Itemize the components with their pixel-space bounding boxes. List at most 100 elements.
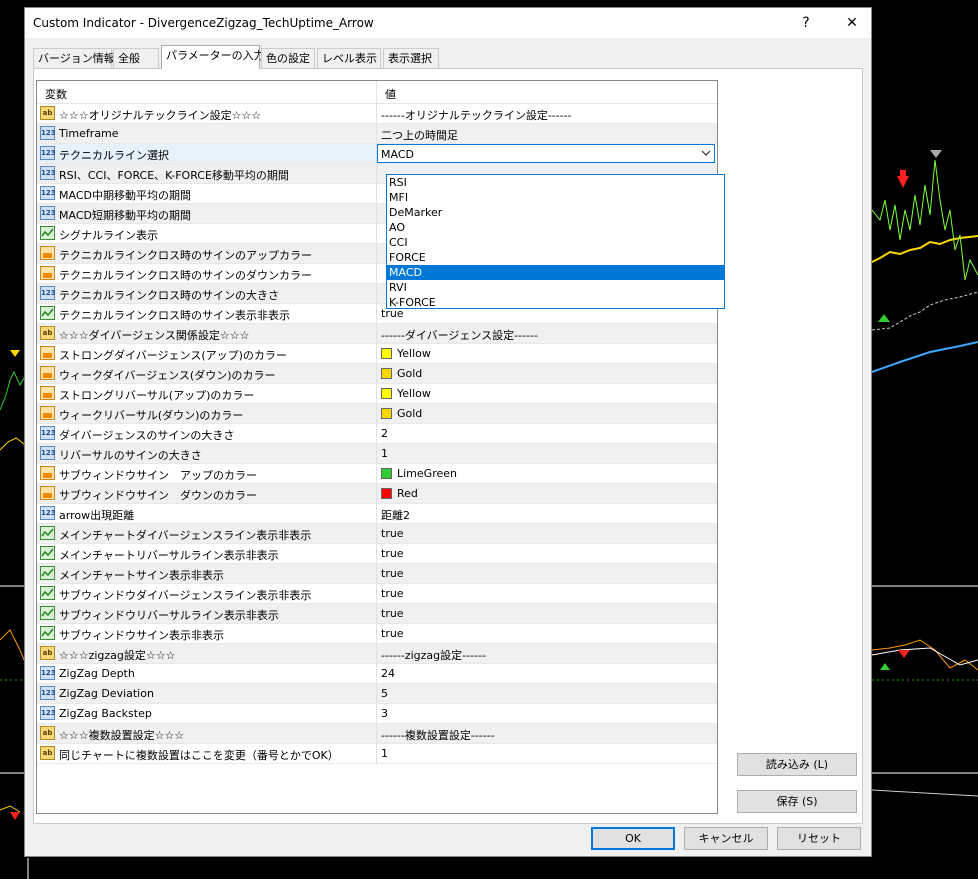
- parameter-name-cell[interactable]: サブウィンドウダイバージェンスライン表示非表示: [37, 584, 377, 603]
- column-header-value[interactable]: 値: [385, 86, 396, 102]
- parameter-row[interactable]: サブウィンドウサイン ダウンのカラー Red: [37, 484, 717, 504]
- dropdown-option[interactable]: MFI: [387, 190, 724, 205]
- dropdown-option[interactable]: RVI: [387, 280, 724, 295]
- parameter-name-cell[interactable]: ab ☆☆☆ダイバージェンス関係設定☆☆☆: [37, 324, 377, 343]
- parameter-value-cell[interactable]: true: [377, 524, 717, 543]
- tab-version-info[interactable]: バージョン情報: [33, 48, 115, 68]
- tab-colors[interactable]: 色の設定: [261, 48, 315, 68]
- parameter-name-cell[interactable]: ストロングリバーサル(アップ)のカラー: [37, 384, 377, 403]
- parameter-value-cell[interactable]: 1: [377, 744, 717, 763]
- parameter-row[interactable]: ab ☆☆☆ダイバージェンス関係設定☆☆☆ ------ダイバージェンス設定----…: [37, 324, 717, 344]
- parameter-name-cell[interactable]: テクニカルラインクロス時のサインのアップカラー: [37, 244, 377, 263]
- parameter-row[interactable]: サブウィンドウサイン表示非表示 true: [37, 624, 717, 644]
- parameter-name-cell[interactable]: ウィークリバーサル(ダウン)のカラー: [37, 404, 377, 423]
- parameter-value-cell[interactable]: 5: [377, 684, 717, 703]
- save-button[interactable]: 保存 (S): [737, 790, 857, 813]
- reset-button[interactable]: リセット: [777, 827, 861, 850]
- parameter-row[interactable]: 123 ZigZag Depth 24: [37, 664, 717, 684]
- parameter-name-cell[interactable]: ストロングダイバージェンス(アップ)のカラー: [37, 344, 377, 363]
- parameter-name-cell[interactable]: 123 ZigZag Deviation: [37, 684, 377, 703]
- tab-levels[interactable]: レベル表示: [317, 48, 381, 68]
- parameter-name-cell[interactable]: メインチャートリバーサルライン表示非表示: [37, 544, 377, 563]
- parameter-value-cell[interactable]: ------ダイバージェンス設定------: [377, 324, 717, 343]
- parameter-name-cell[interactable]: 123 テクニカルラインクロス時のサインの大きさ: [37, 284, 377, 303]
- parameter-value-cell[interactable]: Gold: [377, 364, 717, 383]
- parameter-row[interactable]: ストロングリバーサル(アップ)のカラー Yellow: [37, 384, 717, 404]
- technical-line-dropdown[interactable]: RSI MFI DeMarker AO CCI FORCE MACD RVI K-FORCE: [386, 174, 725, 309]
- column-header-variable[interactable]: 変数: [45, 86, 67, 102]
- parameter-row[interactable]: 123 arrow出現距離 距離2: [37, 504, 717, 524]
- parameter-name-cell[interactable]: メインチャートサイン表示非表示: [37, 564, 377, 583]
- parameter-row[interactable]: サブウィンドウリバーサルライン表示非表示 true: [37, 604, 717, 624]
- dropdown-option[interactable]: DeMarker: [387, 205, 724, 220]
- parameter-value-cell[interactable]: ------zigzag設定------: [377, 644, 717, 663]
- parameter-value-cell[interactable]: Red: [377, 484, 717, 503]
- parameter-name-cell[interactable]: 123 ZigZag Backstep: [37, 704, 377, 723]
- dropdown-option[interactable]: AO: [387, 220, 724, 235]
- parameter-row[interactable]: ab ☆☆☆複数設置設定☆☆☆ ------複数設置設定------: [37, 724, 717, 744]
- parameter-name-cell[interactable]: シグナルライン表示: [37, 224, 377, 243]
- parameter-value-cell[interactable]: Yellow: [377, 344, 717, 363]
- parameter-value-cell[interactable]: Yellow: [377, 384, 717, 403]
- tab-general[interactable]: 全般: [113, 48, 159, 68]
- parameter-name-cell[interactable]: ab ☆☆☆複数設置設定☆☆☆: [37, 724, 377, 743]
- load-button[interactable]: 読み込み (L): [737, 753, 857, 776]
- parameter-value-cell[interactable]: MACD: [377, 144, 717, 163]
- close-button[interactable]: ✕: [837, 12, 867, 34]
- parameter-row[interactable]: ウィークリバーサル(ダウン)のカラー Gold: [37, 404, 717, 424]
- parameter-value-cell[interactable]: 24: [377, 664, 717, 683]
- parameter-value-cell[interactable]: 二つ上の時間足: [377, 124, 717, 143]
- dropdown-option[interactable]: K-FORCE: [387, 295, 724, 310]
- parameter-row[interactable]: サブウィンドウダイバージェンスライン表示非表示 true: [37, 584, 717, 604]
- help-button[interactable]: ?: [791, 12, 821, 34]
- parameter-name-cell[interactable]: 123 MACD短期移動平均の期間: [37, 204, 377, 223]
- tab-visualization[interactable]: 表示選択: [383, 48, 439, 68]
- technical-line-combobox[interactable]: MACD: [377, 144, 715, 163]
- parameter-row[interactable]: メインチャートリバーサルライン表示非表示 true: [37, 544, 717, 564]
- parameter-value-cell[interactable]: true: [377, 584, 717, 603]
- parameter-name-cell[interactable]: 123 テクニカルライン選択: [37, 144, 377, 163]
- parameter-row[interactable]: メインチャートサイン表示非表示 true: [37, 564, 717, 584]
- parameter-name-cell[interactable]: テクニカルラインクロス時のサインのダウンカラー: [37, 264, 377, 283]
- parameter-name-cell[interactable]: サブウィンドウサイン アップのカラー: [37, 464, 377, 483]
- parameter-name-cell[interactable]: 123 ダイバージェンスのサインの大きさ: [37, 424, 377, 443]
- parameter-name-cell[interactable]: 123 ZigZag Depth: [37, 664, 377, 683]
- parameter-name-cell[interactable]: 123 Timeframe: [37, 124, 377, 143]
- parameter-name-cell[interactable]: 123 arrow出現距離: [37, 504, 377, 523]
- parameter-value-cell[interactable]: LimeGreen: [377, 464, 717, 483]
- parameter-value-cell[interactable]: ------複数設置設定------: [377, 724, 717, 743]
- chevron-down-icon[interactable]: [700, 146, 712, 163]
- parameter-value-cell[interactable]: 距離2: [377, 504, 717, 523]
- parameter-name-cell[interactable]: ab 同じチャートに複数設置はここを変更（番号とかでOK）: [37, 744, 377, 763]
- parameter-row[interactable]: 123 Timeframe 二つ上の時間足: [37, 124, 717, 144]
- parameter-row[interactable]: ストロングダイバージェンス(アップ)のカラー Yellow: [37, 344, 717, 364]
- parameter-value-cell[interactable]: 3: [377, 704, 717, 723]
- parameter-name-cell[interactable]: サブウィンドウリバーサルライン表示非表示: [37, 604, 377, 623]
- parameter-value-cell[interactable]: ------オリジナルテックライン設定------: [377, 104, 717, 123]
- parameter-row[interactable]: ab 同じチャートに複数設置はここを変更（番号とかでOK） 1: [37, 744, 717, 764]
- parameter-value-cell[interactable]: Gold: [377, 404, 717, 423]
- parameter-row[interactable]: ab ☆☆☆zigzag設定☆☆☆ ------zigzag設定------: [37, 644, 717, 664]
- parameter-row[interactable]: ab ☆☆☆オリジナルテックライン設定☆☆☆ ------オリジナルテックライン設定…: [37, 104, 717, 124]
- parameter-value-cell[interactable]: 2: [377, 424, 717, 443]
- parameter-row[interactable]: ウィークダイバージェンス(ダウン)のカラー Gold: [37, 364, 717, 384]
- parameter-name-cell[interactable]: ab ☆☆☆オリジナルテックライン設定☆☆☆: [37, 104, 377, 123]
- dropdown-option[interactable]: CCI: [387, 235, 724, 250]
- parameter-row[interactable]: 123 ZigZag Backstep 3: [37, 704, 717, 724]
- parameter-name-cell[interactable]: 123 リバーサルのサインの大きさ: [37, 444, 377, 463]
- parameter-name-cell[interactable]: 123 MACD中期移動平均の期間: [37, 184, 377, 203]
- parameter-row[interactable]: 123 ダイバージェンスのサインの大きさ 2: [37, 424, 717, 444]
- cancel-button[interactable]: キャンセル: [684, 827, 768, 850]
- parameter-name-cell[interactable]: テクニカルラインクロス時のサイン表示非表示: [37, 304, 377, 323]
- parameter-value-cell[interactable]: 1: [377, 444, 717, 463]
- parameter-row[interactable]: 123 ZigZag Deviation 5: [37, 684, 717, 704]
- parameter-value-cell[interactable]: true: [377, 624, 717, 643]
- tab-parameters[interactable]: パラメーターの入力: [161, 45, 265, 69]
- parameter-value-cell[interactable]: true: [377, 604, 717, 623]
- parameter-name-cell[interactable]: ウィークダイバージェンス(ダウン)のカラー: [37, 364, 377, 383]
- dropdown-option[interactable]: MACD: [387, 265, 724, 280]
- parameter-row[interactable]: サブウィンドウサイン アップのカラー LimeGreen: [37, 464, 717, 484]
- ok-button[interactable]: OK: [591, 827, 675, 850]
- dropdown-option[interactable]: RSI: [387, 175, 724, 190]
- parameter-name-cell[interactable]: サブウィンドウサイン ダウンのカラー: [37, 484, 377, 503]
